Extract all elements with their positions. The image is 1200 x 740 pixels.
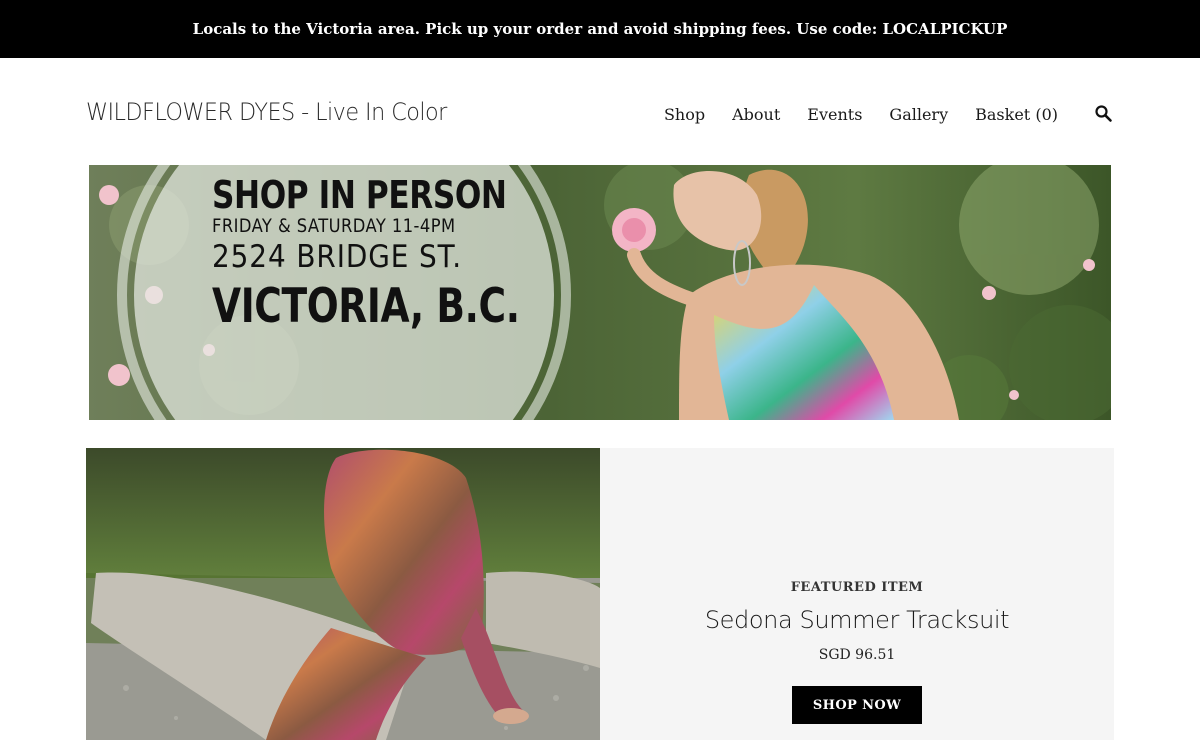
site-title[interactable]: WILDFLOWER DYES - Live In Color	[86, 98, 447, 126]
basket-count: (0)	[1035, 104, 1058, 124]
basket-label: Basket	[975, 104, 1031, 124]
shop-now-button[interactable]: SHOP NOW	[792, 686, 922, 724]
nav-basket[interactable]: Basket (0)	[975, 105, 1058, 124]
hero-heading: SHOP IN PERSON	[212, 173, 507, 217]
nav-gallery[interactable]: Gallery	[889, 105, 948, 124]
featured-label: FEATURED ITEM	[790, 580, 924, 595]
hero-city: VICTORIA, B.C.	[212, 279, 520, 334]
search-icon[interactable]	[1094, 104, 1114, 124]
featured-item-panel: FEATURED ITEM Sedona Summer Tracksuit SG…	[600, 448, 1114, 740]
hero-text: SHOP IN PERSON FRIDAY & SATURDAY 11-4PM …	[212, 173, 597, 334]
announcement-bar: Locals to the Victoria area. Pick up you…	[0, 0, 1200, 58]
hero-banner[interactable]: SHOP IN PERSON FRIDAY & SATURDAY 11-4PM …	[89, 165, 1111, 420]
featured-product-name[interactable]: Sedona Summer Tracksuit	[600, 606, 1114, 634]
featured-product-price: SGD 96.51	[818, 647, 896, 663]
announcement-text: Locals to the Victoria area. Pick up you…	[192, 20, 1008, 38]
nav-events[interactable]: Events	[807, 105, 862, 124]
featured-product-image[interactable]	[86, 448, 600, 740]
hero-address: 2524 BRIDGE ST.	[212, 239, 463, 275]
nav-shop[interactable]: Shop	[664, 105, 705, 124]
main-nav: Shop About Events Gallery Basket (0)	[664, 100, 1114, 128]
hero-hours: FRIDAY & SATURDAY 11-4PM	[212, 215, 456, 237]
nav-about[interactable]: About	[732, 105, 780, 124]
